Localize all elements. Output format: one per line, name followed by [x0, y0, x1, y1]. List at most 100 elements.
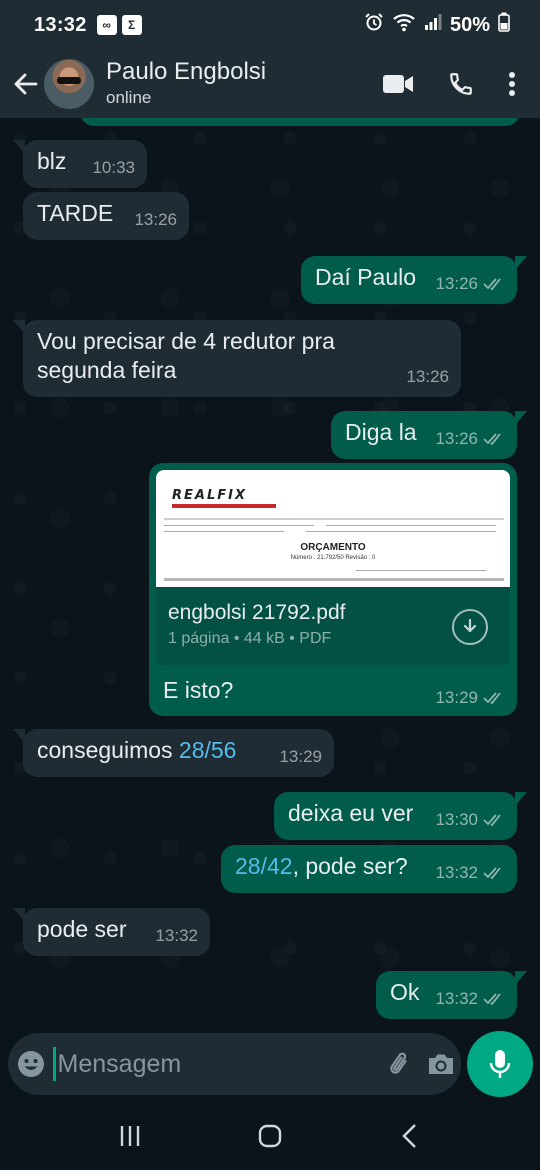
double-check-icon [483, 692, 501, 705]
chat-header: Paulo Engbolsi online [0, 50, 540, 118]
document-text-line [326, 525, 496, 526]
message-outgoing[interactable]: Diga la 13:26 [331, 411, 527, 459]
message-meta: 13:32 [155, 921, 198, 950]
double-check-icon [483, 866, 501, 879]
message-time: 13:29 [279, 747, 322, 766]
message-incoming[interactable]: TARDE 13:26 [23, 192, 189, 240]
document-text-line [164, 531, 284, 532]
message-time: 13:29 [435, 688, 478, 707]
voice-message-button[interactable] [467, 1031, 533, 1097]
previous-message-edge [80, 118, 520, 126]
message-time: 13:30 [435, 810, 478, 829]
document-preview[interactable]: REALFIX ORÇAMENTO Número : 21.792/50 Rev… [156, 470, 510, 587]
text-cursor [53, 1047, 56, 1081]
message-outgoing[interactable]: Daí Paulo 13:26 [301, 256, 527, 304]
status-bar: 13:32 ∞ Σ 50% [0, 0, 540, 50]
message-time: 13:32 [435, 989, 478, 1008]
emoji-button[interactable] [8, 1049, 53, 1079]
video-call-icon [383, 75, 413, 93]
message-outgoing[interactable]: Ok 13:32 [376, 971, 527, 1019]
message-time: 13:26 [435, 274, 478, 293]
status-time: 13:32 [34, 13, 87, 36]
notification-badge-icon: Σ [121, 15, 142, 35]
message-incoming[interactable]: blz 10:33 [13, 140, 147, 188]
document-file-name: engbolsi 21792.pdf [168, 601, 346, 624]
message-meta: 13:32 [435, 858, 505, 887]
document-caption: E isto? [163, 677, 234, 703]
document-subtitle: Número : 21.792/50 Revisão : 0 [290, 555, 376, 561]
message-text: Daí Paulo [315, 264, 417, 290]
message-time: 13:32 [435, 863, 478, 882]
message-text: , pode ser? [292, 853, 408, 879]
home-button[interactable] [240, 1106, 300, 1166]
contact-info[interactable]: Paulo Engbolsi online [106, 58, 266, 110]
document-table-header [164, 578, 504, 581]
status-icons: 50% [364, 12, 510, 38]
back-button[interactable] [4, 62, 48, 106]
document-divider [164, 518, 504, 520]
message-meta: 13:29 [435, 688, 505, 708]
voice-call-button[interactable] [448, 71, 474, 97]
more-vertical-icon [509, 72, 515, 96]
document-text-line [164, 525, 314, 526]
message-text: pode ser [37, 916, 127, 942]
message-outgoing[interactable]: 28/42, pode ser? 13:32 [221, 845, 517, 893]
document-file-details: 1 página • 44 kB • PDF [168, 630, 332, 647]
input-box [8, 1033, 461, 1095]
message-incoming[interactable]: Vou precisar de 4 redutor pra segunda fe… [13, 320, 461, 397]
message-number-link[interactable]: 28/42 [235, 853, 293, 879]
message-time: 13:26 [406, 367, 449, 386]
message-text-line: Vou precisar de 4 redutor pra [37, 328, 335, 354]
phone-icon [450, 73, 472, 95]
wifi-icon [392, 12, 416, 38]
message-incoming[interactable]: pode ser 13:32 [13, 908, 210, 956]
microphone-icon [489, 1050, 511, 1078]
recent-apps-button[interactable] [100, 1106, 160, 1166]
message-meta: 13:26 [134, 205, 177, 234]
chevron-left-icon [402, 1124, 416, 1148]
more-options-button[interactable] [508, 71, 516, 97]
chat-area[interactable]: blz 10:33 TARDE 13:26 Daí Paulo 13:26 Vo… [0, 118, 540, 1030]
avatar[interactable] [44, 59, 94, 109]
message-composer [0, 1030, 540, 1102]
contact-name: Paulo Engbolsi [106, 58, 267, 85]
double-check-icon [483, 992, 501, 1005]
message-meta: 13:26 [406, 362, 449, 391]
document-logo-bar [172, 504, 276, 508]
message-text: Diga la [345, 419, 417, 445]
message-outgoing[interactable]: deixa eu ver 13:30 [274, 792, 527, 840]
message-meta: 13:29 [279, 742, 322, 771]
message-text-line: segunda feira [37, 357, 177, 383]
paperclip-icon [390, 1052, 407, 1074]
document-info[interactable]: engbolsi 21792.pdf 1 página • 44 kB • PD… [156, 587, 510, 665]
alarm-icon [364, 12, 384, 38]
nav-back-button[interactable] [380, 1106, 440, 1166]
message-time: 13:32 [155, 926, 198, 945]
message-text: conseguimos [37, 737, 179, 763]
download-button[interactable] [452, 609, 488, 645]
message-text: deixa eu ver [288, 800, 414, 826]
video-call-button[interactable] [382, 73, 414, 95]
message-time: 13:26 [435, 429, 478, 448]
message-time: 13:26 [134, 210, 177, 229]
message-input[interactable] [57, 1049, 380, 1079]
message-text: Ok [390, 979, 420, 1005]
battery-icon [498, 12, 510, 38]
document-text-line [356, 570, 486, 571]
avatar-glasses [57, 77, 81, 84]
message-meta: 13:26 [435, 269, 505, 298]
attach-button[interactable] [380, 1049, 421, 1079]
arrow-left-icon [14, 73, 38, 95]
message-text: blz [37, 148, 67, 174]
message-meta: 13:32 [435, 984, 505, 1013]
battery-percent: 50% [449, 13, 490, 36]
camera-button[interactable] [420, 1051, 461, 1077]
header-actions [382, 71, 540, 97]
message-number-link[interactable]: 28/56 [179, 737, 237, 763]
double-check-icon [483, 432, 501, 445]
message-time: 10:33 [92, 158, 135, 177]
signal-icon [424, 13, 442, 37]
message-document[interactable]: REALFIX ORÇAMENTO Número : 21.792/50 Rev… [149, 463, 517, 716]
document-title: ORÇAMENTO [300, 542, 366, 553]
message-incoming[interactable]: conseguimos 28/56 13:29 [13, 729, 334, 777]
